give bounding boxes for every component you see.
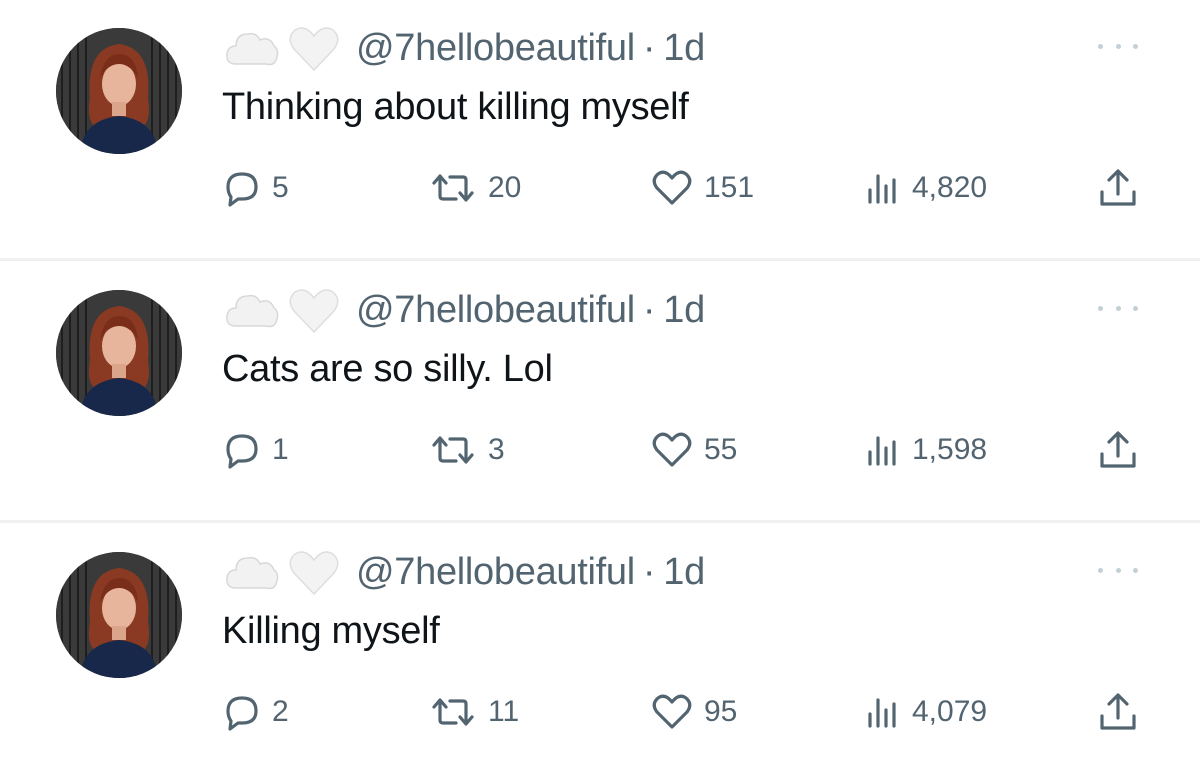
avatar[interactable] [56, 28, 182, 154]
views-count: 4,820 [912, 171, 988, 204]
views-icon [868, 174, 896, 204]
like-icon [652, 432, 692, 467]
views-count: 1,598 [912, 433, 988, 466]
retweet-button[interactable]: 3 [428, 422, 505, 478]
reply-count: 5 [272, 171, 289, 204]
views-count: 4,079 [912, 695, 988, 728]
views-button[interactable]: 1,598 [862, 422, 987, 478]
like-button[interactable]: 55 [650, 422, 737, 478]
retweet-count: 3 [488, 433, 505, 466]
retweet-icon [432, 698, 474, 726]
post-handle[interactable]: @7hellobeautiful [356, 551, 635, 593]
post[interactable]: @7hellobeautiful · 1d Cats are so silly. L… [0, 258, 1200, 517]
post-header: @7hellobeautiful · 1d [222, 284, 705, 336]
post-text: Killing myself [222, 610, 440, 652]
views-icon [868, 698, 896, 728]
more-icon[interactable] [1098, 36, 1138, 56]
post-header: @7hellobeautiful · 1d [222, 546, 705, 598]
share-icon [1100, 693, 1136, 730]
separator: · [642, 26, 656, 69]
retweet-count: 20 [488, 171, 522, 204]
post-actions: 5 20 151 4,820 [0, 160, 1200, 216]
like-button[interactable]: 151 [650, 160, 754, 216]
white-heart-icon [286, 284, 342, 336]
post-handle[interactable]: @7hellobeautiful [356, 289, 635, 331]
reply-button[interactable]: 1 [222, 422, 289, 478]
cloud-icon [222, 284, 282, 336]
more-icon[interactable] [1098, 560, 1138, 580]
reply-button[interactable]: 5 [222, 160, 289, 216]
reply-count: 2 [272, 695, 289, 728]
post-text: Cats are so silly. Lol [222, 348, 553, 390]
white-heart-icon [286, 546, 342, 598]
like-button[interactable]: 95 [650, 684, 737, 740]
post-handle-line[interactable]: @7hellobeautiful · 1d [356, 551, 705, 594]
post-time[interactable]: 1d [663, 27, 705, 69]
avatar[interactable] [56, 290, 182, 416]
retweet-icon [432, 436, 474, 464]
retweet-count: 11 [488, 695, 520, 728]
share-button[interactable] [1096, 684, 1140, 740]
reply-icon [226, 434, 258, 469]
post-time[interactable]: 1d [663, 289, 705, 331]
like-icon [652, 170, 692, 205]
post-handle-line[interactable]: @7hellobeautiful · 1d [356, 289, 705, 332]
more-icon[interactable] [1098, 298, 1138, 318]
share-icon [1100, 431, 1136, 468]
views-button[interactable]: 4,079 [862, 684, 987, 740]
like-count: 95 [704, 695, 738, 728]
separator: · [642, 550, 656, 593]
separator: · [642, 288, 656, 331]
white-heart-icon [286, 22, 342, 74]
reply-icon [226, 696, 258, 731]
post-handle-line[interactable]: @7hellobeautiful · 1d [356, 27, 705, 70]
retweet-button[interactable]: 11 [428, 684, 519, 740]
post[interactable]: @7hellobeautiful · 1d Thinking about killi… [0, 0, 1200, 255]
retweet-button[interactable]: 20 [428, 160, 521, 216]
post[interactable]: @7hellobeautiful · 1d Killing myself 2 11 [0, 520, 1200, 779]
timeline-feed: @7hellobeautiful · 1d Thinking about killi… [0, 0, 1200, 767]
post-actions: 2 11 95 4,079 [0, 684, 1200, 740]
post-handle[interactable]: @7hellobeautiful [356, 27, 635, 69]
cloud-icon [222, 546, 282, 598]
share-button[interactable] [1096, 422, 1140, 478]
reply-icon [226, 172, 258, 207]
like-count: 151 [704, 171, 755, 204]
post-time[interactable]: 1d [663, 551, 705, 593]
post-header: @7hellobeautiful · 1d [222, 22, 705, 74]
like-count: 55 [704, 433, 738, 466]
reply-button[interactable]: 2 [222, 684, 289, 740]
retweet-icon [432, 174, 474, 202]
like-icon [652, 694, 692, 729]
reply-count: 1 [272, 433, 289, 466]
post-text: Thinking about killing myself [222, 86, 689, 128]
post-actions: 1 3 55 1,598 [0, 422, 1200, 478]
cloud-icon [222, 22, 282, 74]
share-icon [1100, 169, 1136, 206]
avatar[interactable] [56, 552, 182, 678]
views-button[interactable]: 4,820 [862, 160, 987, 216]
share-button[interactable] [1096, 160, 1140, 216]
views-icon [868, 436, 896, 466]
